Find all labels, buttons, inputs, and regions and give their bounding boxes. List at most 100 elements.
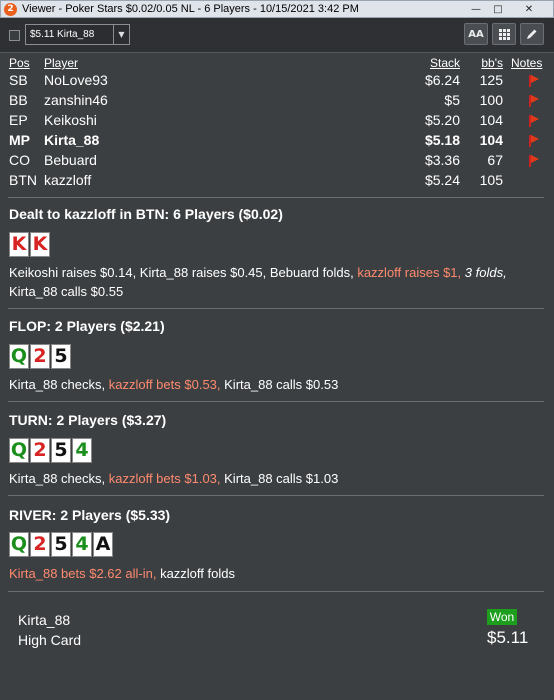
pencil-icon (527, 29, 537, 39)
row-bbs: 67 (487, 152, 503, 168)
action-highlight: kazzloff bets $1.03, (108, 471, 221, 486)
action-text: Kirta_88 checks, (9, 377, 106, 392)
card: A (93, 532, 113, 557)
table-row[interactable]: EP Keikoshi $5.20 104 (0, 112, 554, 132)
table-row-hero[interactable]: MP Kirta_88 $5.18 104 (0, 132, 554, 152)
won-amount: $5.11 (487, 628, 529, 647)
flop-title: FLOP: 2 Players ($2.21) (9, 318, 165, 334)
row-bbs: 104 (479, 112, 503, 128)
grid-button[interactable] (492, 23, 516, 45)
action-text: kazzloff folds (160, 566, 235, 581)
card: K (30, 232, 50, 257)
flop-actions: Kirta_88 checks, kazzloff bets $0.53, Ki… (9, 375, 545, 394)
preflop-title-sub: 6 Players ($0.02) (173, 206, 283, 222)
row-stack: $6.24 (424, 72, 460, 88)
row-player: Keikoshi (44, 112, 97, 128)
divider (8, 197, 544, 198)
winner-hand: High Card (18, 632, 82, 648)
font-size-button[interactable]: AA (464, 23, 488, 45)
row-player: Kirta_88 (44, 132, 100, 148)
winner-name: Kirta_88 (18, 612, 71, 628)
maximize-button[interactable]: □ (487, 1, 509, 17)
title-bar: 2 Viewer - Poker Stars $0.02/0.05 NL - 6… (0, 0, 554, 18)
divider (8, 495, 544, 496)
header-pos: Pos (9, 56, 30, 70)
app-icon: 2 (4, 2, 17, 16)
player-dropdown-value: $5.11 Kirta_88 (30, 29, 95, 40)
row-player: kazzloff (44, 172, 92, 188)
river-title-label: RIVER: (9, 507, 57, 523)
row-stack: $5.24 (424, 172, 460, 188)
window-title: Viewer - Poker Stars $0.02/0.05 NL - 6 P… (22, 3, 359, 15)
river-title: RIVER: 2 Players ($5.33) (9, 507, 170, 523)
board-cards: Q 2 5 (9, 344, 71, 369)
row-stack: $5.18 (424, 132, 460, 148)
card: 4 (72, 532, 92, 557)
divider (8, 591, 544, 592)
row-pos: MP (9, 132, 30, 148)
chevron-down-icon[interactable]: ▼ (113, 25, 129, 44)
won-badge: Won (487, 609, 517, 625)
row-bbs: 100 (479, 92, 503, 108)
card: 5 (51, 344, 71, 369)
row-stack: $3.36 (424, 152, 460, 168)
grid-icon (498, 28, 510, 40)
edit-button[interactable] (520, 23, 544, 45)
action-text: Kirta_88 calls $1.03 (224, 471, 339, 486)
card: K (9, 232, 29, 257)
header-bbs: bb's (481, 56, 503, 70)
row-stack: $5.20 (424, 112, 460, 128)
turn-actions: Kirta_88 checks, kazzloff bets $1.03, Ki… (9, 469, 545, 488)
card: Q (9, 438, 29, 463)
action-text: Kirta_88 calls $0.55 (9, 284, 124, 299)
row-player: NoLove93 (44, 72, 108, 88)
board-cards: Q 2 5 4 A (9, 532, 113, 557)
table-row[interactable]: CO Bebuard $3.36 67 (0, 152, 554, 172)
action-highlight: kazzloff raises $1, (357, 265, 462, 280)
action-text: Keikoshi raises $0.14, Kirta_88 raises $… (9, 265, 354, 280)
preflop-actions: Keikoshi raises $0.14, Kirta_88 raises $… (9, 263, 545, 301)
preflop-title-label: Dealt to kazzloff in BTN: (9, 206, 170, 222)
turn-title-label: TURN: (9, 412, 53, 428)
card: 5 (51, 438, 71, 463)
action-highlight: Kirta_88 bets $2.62 all-in, (9, 566, 157, 581)
action-highlight: kazzloff bets $0.53, (108, 377, 221, 392)
card: 2 (30, 532, 50, 557)
card: 2 (30, 344, 50, 369)
turn-title: TURN: 2 Players ($3.27) (9, 412, 166, 428)
card: Q (9, 532, 29, 557)
row-pos: CO (9, 152, 30, 168)
card: 4 (72, 438, 92, 463)
action-folds: 3 folds, (464, 265, 507, 280)
header-notes: Notes (511, 56, 543, 70)
row-player: Bebuard (44, 152, 97, 168)
window-controls: — □ ✕ (465, 1, 549, 17)
header-player: Player (44, 56, 79, 70)
card: 2 (30, 438, 50, 463)
flop-title-sub: 2 Players ($2.21) (54, 318, 165, 334)
table-row[interactable]: BB zanshin46 $5 100 (0, 92, 554, 112)
player-dropdown[interactable]: $5.11 Kirta_88 ▼ (25, 24, 130, 45)
row-bbs: 125 (479, 72, 503, 88)
action-text: Kirta_88 calls $0.53 (224, 377, 339, 392)
table-row[interactable]: BTN kazzloff $5.24 105 (0, 172, 554, 192)
card: Q (9, 344, 29, 369)
action-text: Kirta_88 checks, (9, 471, 106, 486)
close-button[interactable]: ✕ (509, 1, 549, 17)
river-actions: Kirta_88 bets $2.62 all-in, kazzloff fol… (9, 564, 545, 583)
flop-title-label: FLOP: (9, 318, 51, 334)
board-cards: Q 2 5 4 (9, 438, 92, 463)
header-stack: Stack (429, 56, 460, 70)
divider (8, 308, 544, 309)
select-checkbox[interactable] (9, 30, 20, 41)
preflop-title: Dealt to kazzloff in BTN: 6 Players ($0.… (9, 206, 283, 222)
row-pos: BB (9, 92, 28, 108)
row-pos: EP (9, 112, 28, 128)
row-player: zanshin46 (44, 92, 108, 108)
toolbar: $5.11 Kirta_88 ▼ AA (0, 18, 554, 53)
minimize-button[interactable]: — (465, 1, 487, 17)
row-bbs: 105 (479, 172, 503, 188)
table-row[interactable]: SB NoLove93 $6.24 125 (0, 72, 554, 92)
hole-cards: K K (9, 232, 50, 257)
divider (8, 401, 544, 402)
